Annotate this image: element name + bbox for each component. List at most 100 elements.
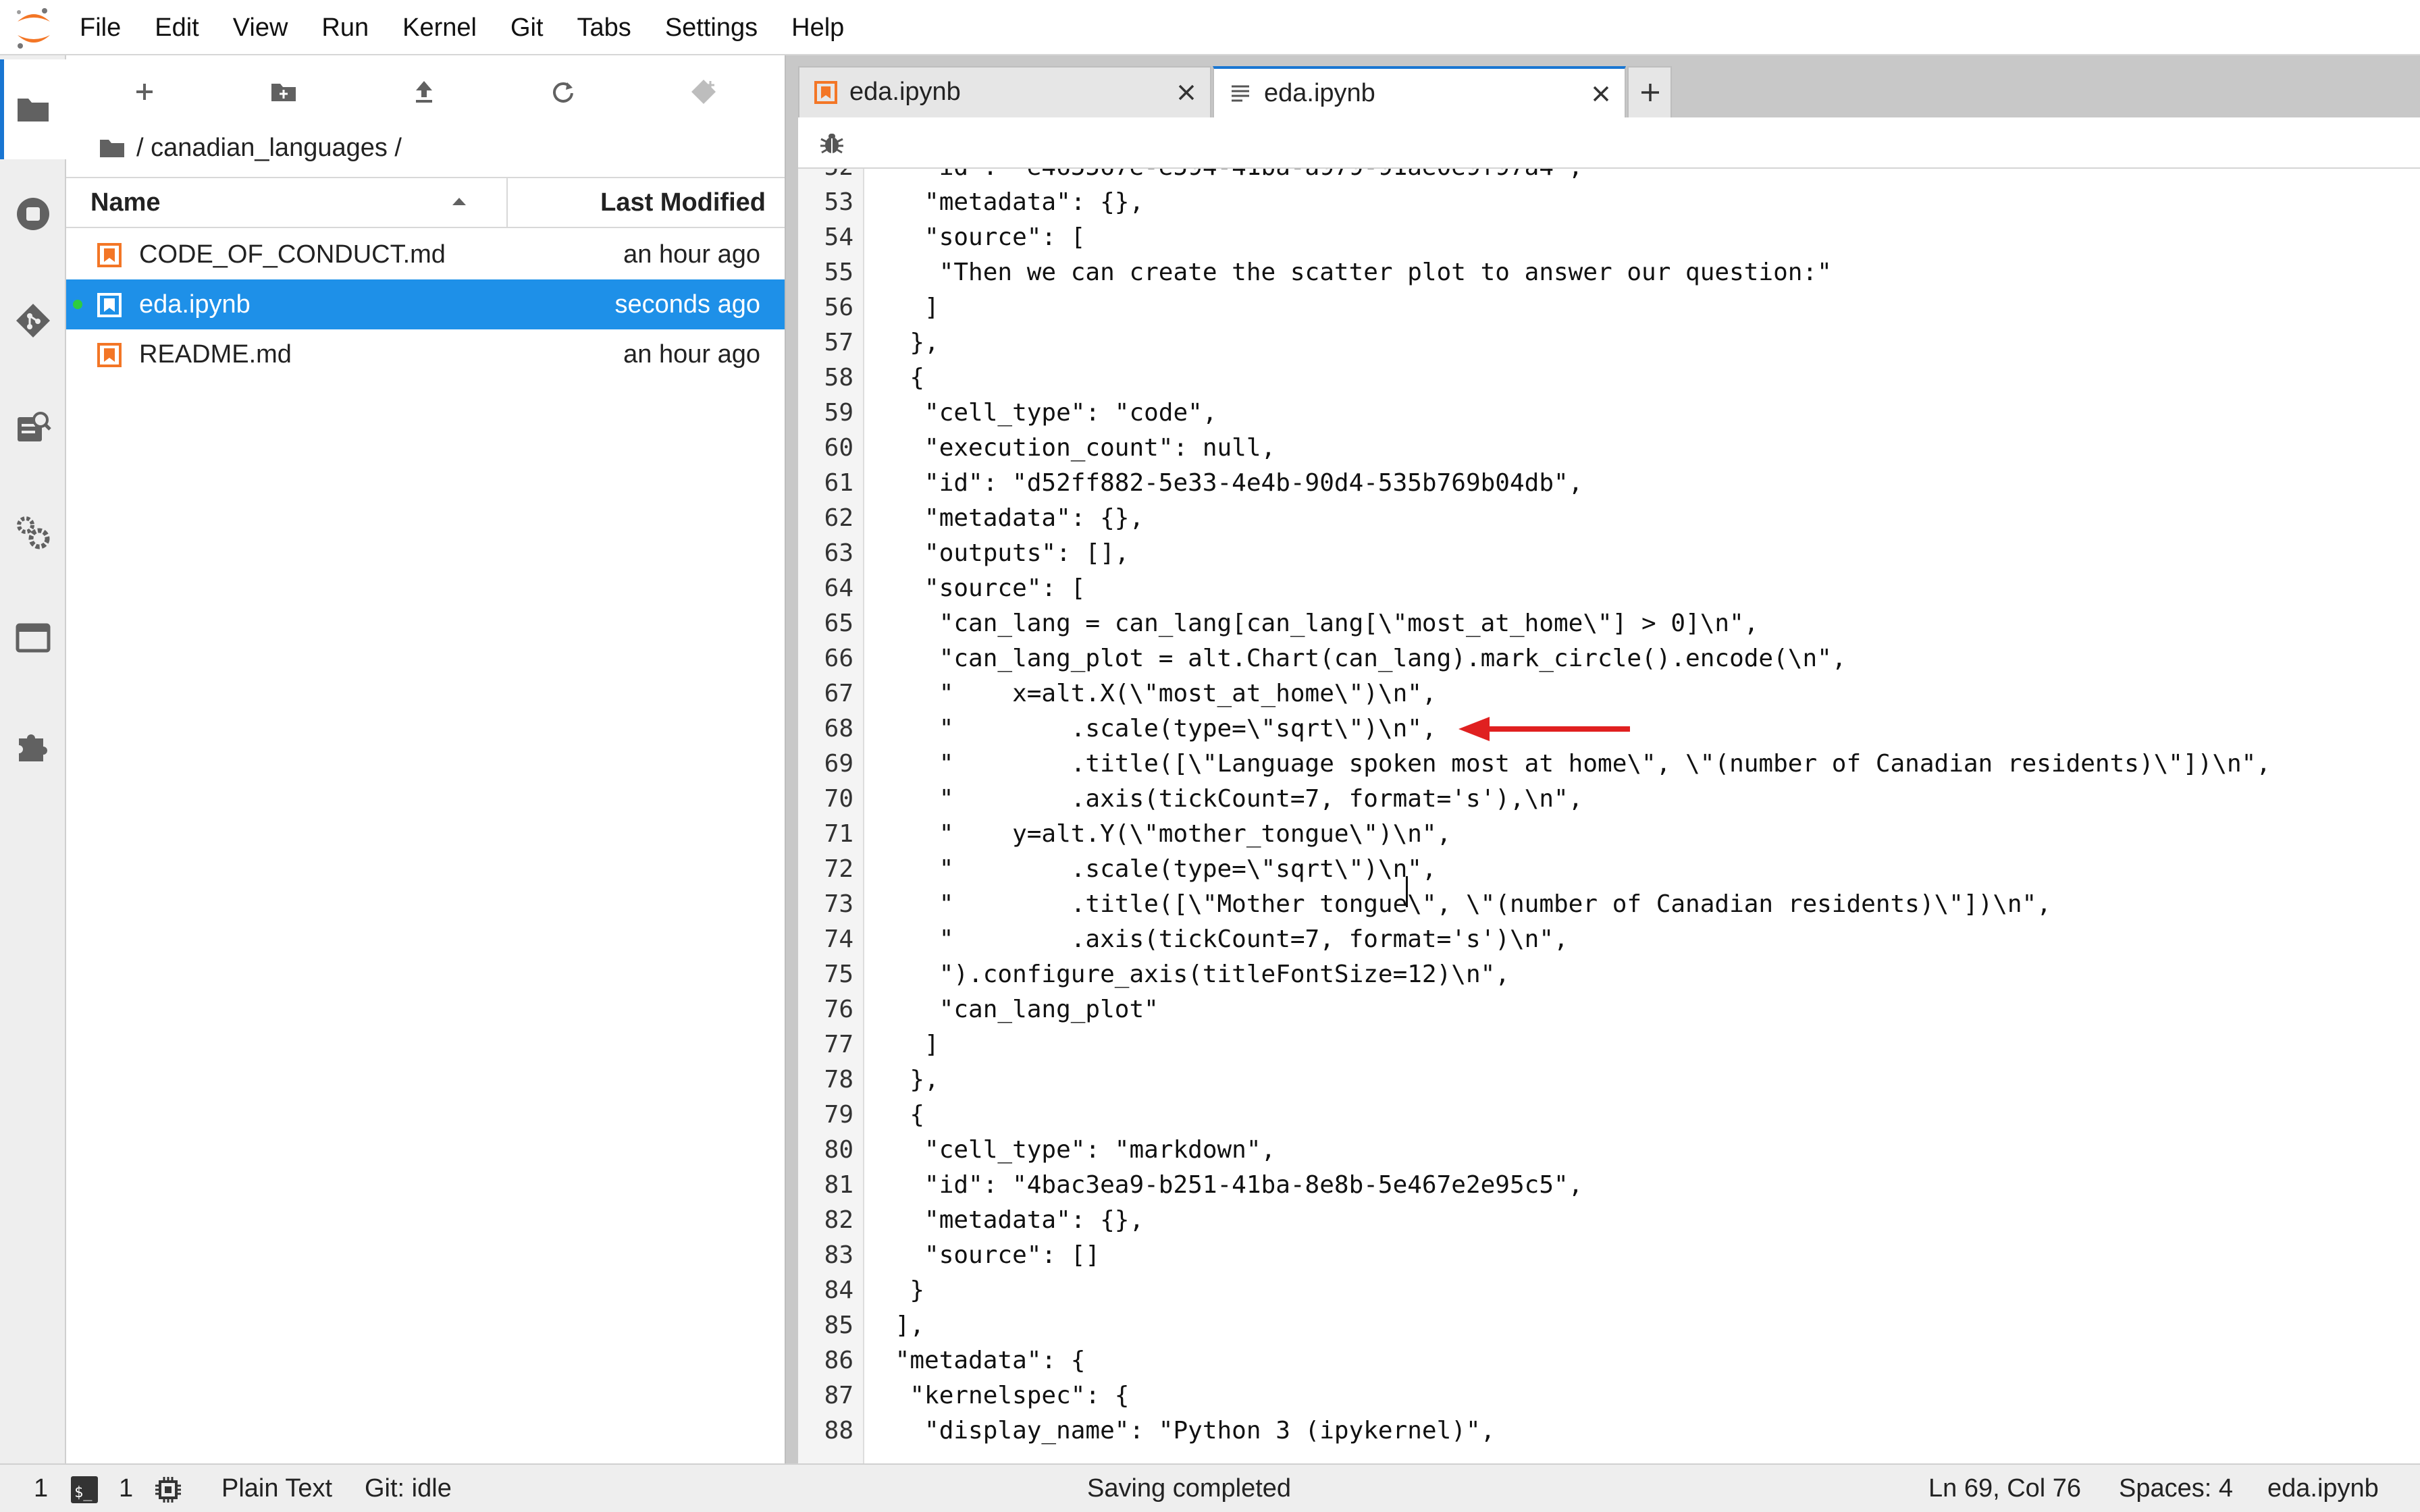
code-line[interactable]: 56 ] [798, 290, 2420, 325]
code-line[interactable]: 77 ] [798, 1027, 2420, 1062]
folder-icon[interactable] [15, 90, 51, 127]
kernel-chip-icon[interactable] [154, 1476, 182, 1504]
file-row-selected[interactable]: eda.ipynb seconds ago [66, 279, 785, 329]
code-line[interactable]: 66 "can_lang_plot = alt.Chart(can_lang).… [798, 641, 2420, 676]
code-line[interactable]: 76 "can_lang_plot" [798, 992, 2420, 1027]
menu-kernel[interactable]: Kernel [402, 0, 477, 55]
code-line[interactable]: 57 }, [798, 325, 2420, 360]
code-line[interactable]: 65 "can_lang = can_lang[can_lang[\"most_… [798, 606, 2420, 641]
menu-view[interactable]: View [233, 0, 288, 55]
line-number: 75 [824, 961, 853, 988]
extension-icon[interactable] [15, 728, 51, 764]
refresh-icon[interactable] [543, 72, 583, 112]
menu-help[interactable]: Help [791, 0, 844, 55]
svg-text:$_: $_ [74, 1484, 93, 1501]
editor-mode[interactable]: Plain Text [221, 1465, 332, 1512]
text-file-icon [1232, 85, 1249, 102]
code-line[interactable]: 79 { [798, 1098, 2420, 1133]
code-editor[interactable]: 52 "id": "e465567e-e594-41ba-a979-91ae0e… [798, 169, 2420, 1463]
line-text: "execution_count": null, [880, 434, 1276, 462]
line-text: } [880, 1276, 925, 1304]
terminal-icon[interactable]: $_ [70, 1476, 99, 1504]
kernel-count[interactable]: 1 [119, 1465, 133, 1512]
code-line[interactable]: 84 } [798, 1273, 2420, 1308]
code-line[interactable]: 55 "Then we can create the scatter plot … [798, 255, 2420, 290]
code-line[interactable]: 87 "kernelspec": { [798, 1378, 2420, 1413]
line-text: " .scale(type=\"sqrt\")\n", [880, 715, 1437, 742]
cursor-position[interactable]: Ln 69, Col 76 [1928, 1465, 2081, 1512]
line-text: "display_name": "Python 3 (ipykernel)", [880, 1417, 1496, 1444]
git-status[interactable]: Git: idle [365, 1465, 452, 1512]
code-line[interactable]: 54 "source": [ [798, 220, 2420, 255]
code-line[interactable]: 82 "metadata": {}, [798, 1203, 2420, 1238]
code-line[interactable]: 59 "cell_type": "code", [798, 396, 2420, 431]
menu-tabs[interactable]: Tabs [577, 0, 631, 55]
code-line[interactable]: 73 " .title([\"Mother tongue\", \"(numbe… [798, 887, 2420, 922]
menu-file[interactable]: File [80, 0, 121, 55]
breadcrumb-path[interactable]: / canadian_languages / [136, 134, 402, 163]
code-line[interactable]: 81 "id": "4bac3ea9-b251-41ba-8e8b-5e467e… [798, 1168, 2420, 1203]
debugger-bug-icon[interactable] [818, 130, 845, 157]
code-line[interactable]: 71 " y=alt.Y(\"mother_tongue\")\n", [798, 817, 2420, 852]
line-text: "id": "4bac3ea9-b251-41ba-8e8b-5e467e2e9… [880, 1171, 1583, 1199]
new-launcher-icon[interactable] [124, 72, 165, 112]
code-line[interactable]: 74 " .axis(tickCount=7, format='s')\n", [798, 922, 2420, 957]
code-line[interactable]: 75 ").configure_axis(titleFontSize=12)\n… [798, 957, 2420, 992]
code-line[interactable]: 69 " .title([\"Language spoken most at h… [798, 747, 2420, 782]
tab-text-editor[interactable]: eda.ipynb [1213, 66, 1626, 117]
code-line[interactable]: 80 "cell_type": "markdown", [798, 1133, 2420, 1168]
file-row[interactable]: CODE_OF_CONDUCT.md an hour ago [66, 230, 785, 279]
stop-circle-icon[interactable] [15, 196, 51, 232]
column-last-modified[interactable]: Last Modified [600, 178, 766, 227]
tabs-icon[interactable] [15, 620, 51, 656]
terminal-count[interactable]: 1 [34, 1465, 48, 1512]
menu-settings[interactable]: Settings [665, 0, 758, 55]
code-line[interactable]: 58 { [798, 360, 2420, 396]
code-line[interactable]: 88 "display_name": "Python 3 (ipykernel)… [798, 1413, 2420, 1449]
code-line[interactable]: 52 "id": "e465567e-e594-41ba-a979-91ae0e… [798, 169, 2420, 185]
close-icon[interactable] [1176, 82, 1196, 103]
line-number: 53 [824, 188, 853, 216]
code-line[interactable]: 70 " .axis(tickCount=7, format='s'),\n", [798, 782, 2420, 817]
line-number: 76 [824, 996, 853, 1023]
line-text: ").configure_axis(titleFontSize=12)\n", [880, 961, 1510, 988]
code-line[interactable]: 78 }, [798, 1062, 2420, 1098]
code-line[interactable]: 72 " .scale(type=\"sqrt\")\n", [798, 852, 2420, 887]
indentation-setting[interactable]: Spaces: 4 [2119, 1465, 2233, 1512]
line-text: "can_lang_plot = alt.Chart(can_lang).mar… [880, 645, 1847, 672]
menu-items: File Edit View Run Kernel Git Tabs Setti… [80, 0, 878, 55]
menu-edit[interactable]: Edit [155, 0, 199, 55]
code-line[interactable]: 67 " x=alt.X(\"most_at_home\")\n", [798, 676, 2420, 711]
tab-notebook[interactable]: eda.ipynb [798, 66, 1211, 117]
menu-git[interactable]: Git [510, 0, 544, 55]
code-line[interactable]: 83 "source": [] [798, 1238, 2420, 1273]
menu-run[interactable]: Run [321, 0, 369, 55]
code-line[interactable]: 63 "outputs": [], [798, 536, 2420, 571]
code-line[interactable]: 62 "metadata": {}, [798, 501, 2420, 536]
close-icon[interactable] [1591, 84, 1611, 104]
red-arrow-icon [1458, 717, 1630, 741]
line-number: 52 [798, 169, 853, 185]
line-number: 54 [824, 223, 853, 251]
new-folder-icon[interactable] [263, 72, 304, 112]
code-line[interactable]: 61 "id": "d52ff882-5e33-4e4b-90d4-535b76… [798, 466, 2420, 501]
code-line[interactable]: 85 ], [798, 1308, 2420, 1343]
code-line[interactable]: 53 "metadata": {}, [798, 185, 2420, 220]
file-row[interactable]: README.md an hour ago [66, 329, 785, 379]
markdown-icon [97, 243, 122, 267]
property-inspector-icon[interactable] [15, 514, 51, 551]
line-number: 67 [824, 680, 853, 707]
table-of-contents-icon[interactable] [15, 409, 51, 446]
code-line[interactable]: 60 "execution_count": null, [798, 431, 2420, 466]
column-name[interactable]: Name [90, 178, 161, 227]
new-tab-button[interactable] [1627, 66, 1672, 117]
code-line[interactable]: 86 "metadata": { [798, 1343, 2420, 1378]
home-folder-icon[interactable] [99, 137, 126, 159]
upload-icon[interactable] [404, 72, 444, 112]
jupyter-logo-icon [17, 8, 50, 49]
git-clone-icon[interactable] [683, 72, 724, 112]
line-text: "Then we can create the scatter plot to … [880, 259, 1832, 286]
git-icon[interactable] [15, 302, 51, 339]
code-line[interactable]: 64 "source": [ [798, 571, 2420, 606]
column-divider[interactable] [506, 178, 508, 227]
